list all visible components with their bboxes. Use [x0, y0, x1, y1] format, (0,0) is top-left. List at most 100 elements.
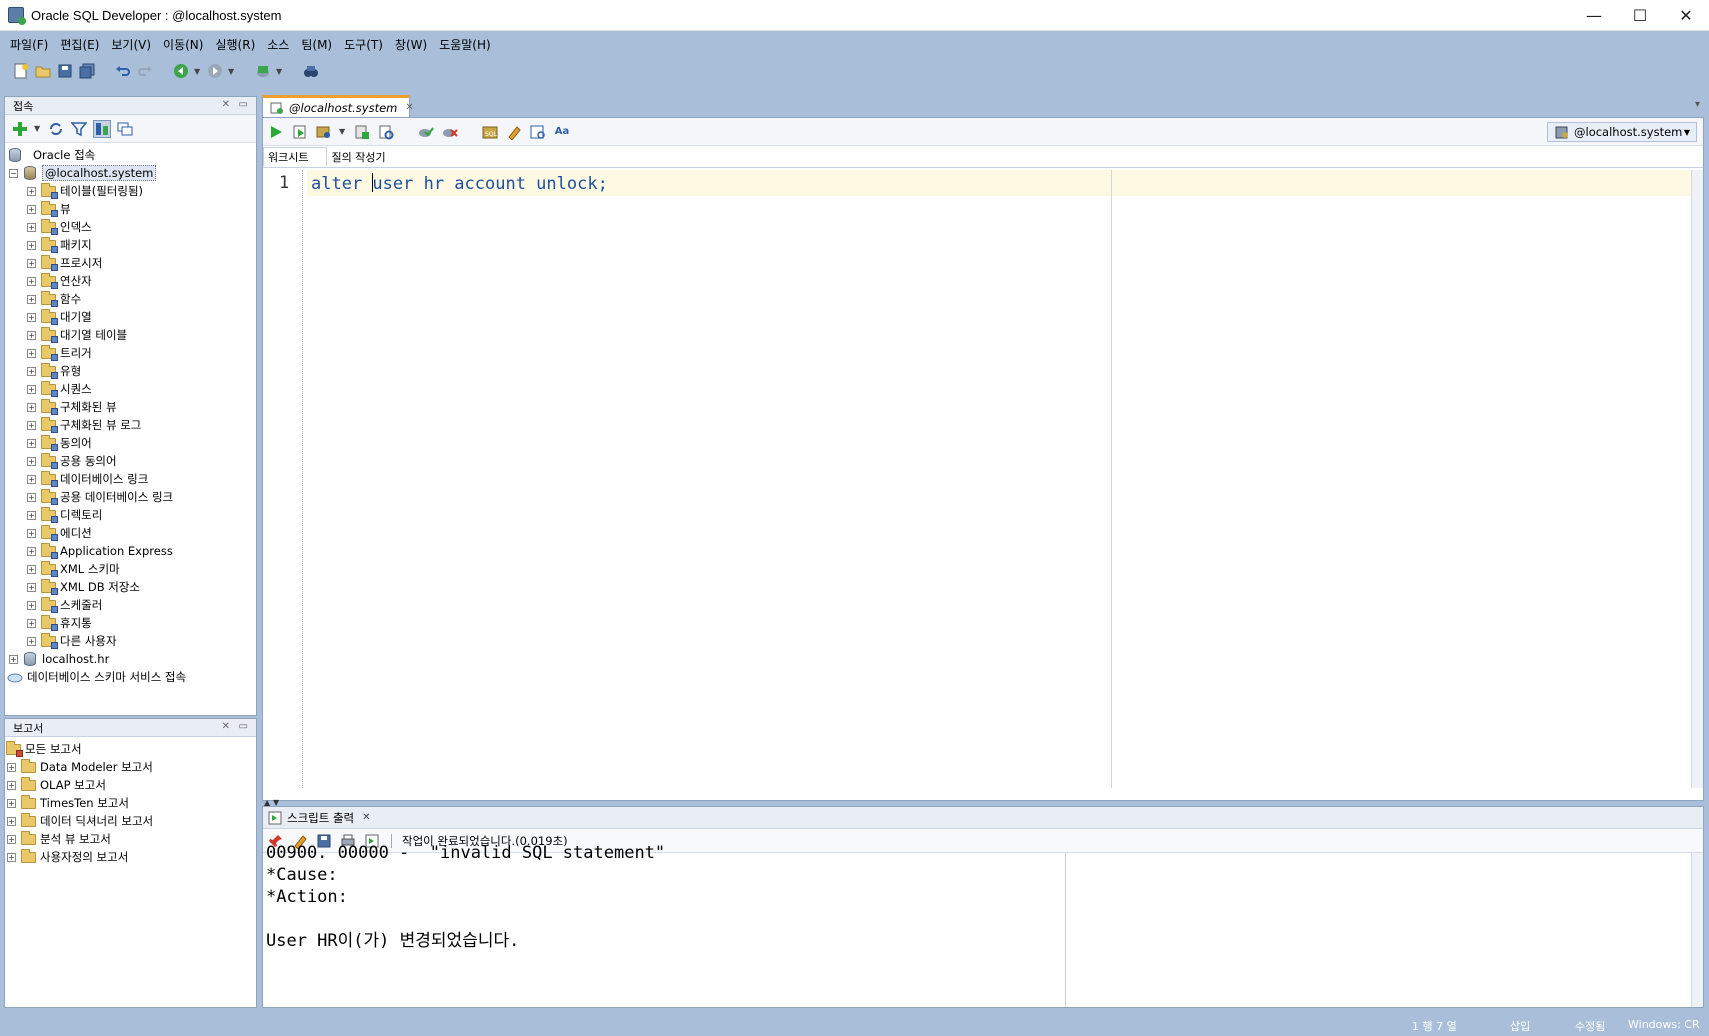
code-editor[interactable]: 1 alter user hr account unlock;	[263, 170, 1691, 788]
expand-expander-icon[interactable]: +	[27, 636, 36, 646]
editor-vertical-scrollbar[interactable]	[1691, 170, 1703, 788]
expand-expander-icon[interactable]: +	[7, 762, 16, 772]
tree-node-schema-service[interactable]: 데이터베이스 스키마 서비스 접속	[7, 668, 256, 686]
minimize-button[interactable]: —	[1571, 0, 1617, 31]
tree-node-object-folder[interactable]: + 휴지통	[7, 614, 256, 632]
output-tab-close-icon[interactable]: ✕	[362, 812, 370, 823]
tab-query-builder[interactable]: 질의 작성기	[327, 147, 403, 167]
connection-selector[interactable]: @localhost.system ▼	[1547, 122, 1697, 142]
tree-node-oracle-connections[interactable]: Oracle 접속	[7, 146, 256, 164]
sql-worksheet-dropdown-chevron-icon[interactable]: ▼	[276, 67, 284, 76]
autotrace-dropdown-chevron-icon[interactable]: ▼	[339, 127, 347, 136]
expand-expander-icon[interactable]: +	[27, 348, 36, 358]
sql-worksheet-icon[interactable]	[254, 62, 272, 80]
expand-expander-icon[interactable]: +	[9, 654, 18, 664]
commit-icon[interactable]	[417, 123, 435, 141]
autotrace-icon[interactable]	[315, 123, 333, 141]
tree-node-object-folder[interactable]: + 프로시저	[7, 254, 256, 272]
panel-minimize-icon[interactable]: ▭	[239, 721, 248, 732]
expand-expander-icon[interactable]: +	[27, 204, 36, 214]
sql-tuning-icon[interactable]	[377, 123, 395, 141]
expand-expander-icon[interactable]: +	[7, 780, 16, 790]
tree-node-object-folder[interactable]: + 구체화된 뷰 로그	[7, 416, 256, 434]
refresh-icon[interactable]	[47, 120, 65, 138]
menu-source[interactable]: 소스	[261, 36, 295, 53]
expand-expander-icon[interactable]: +	[27, 312, 36, 322]
expand-expander-icon[interactable]: +	[27, 600, 36, 610]
tree-node-object-folder[interactable]: + 인덱스	[7, 218, 256, 236]
clear-eraser-icon[interactable]	[505, 123, 523, 141]
menu-window[interactable]: 창(W)	[389, 36, 433, 53]
expand-expander-icon[interactable]: +	[27, 402, 36, 412]
expand-expander-icon[interactable]: +	[7, 852, 16, 862]
explain-plan-icon[interactable]	[353, 123, 371, 141]
menu-edit[interactable]: 편집(E)	[54, 36, 105, 53]
tree-node-object-folder[interactable]: + 트리거	[7, 344, 256, 362]
new-file-icon[interactable]	[12, 62, 30, 80]
tree-node-object-folder[interactable]: + 데이터베이스 링크	[7, 470, 256, 488]
tree-node-object-folder[interactable]: + 뷰	[7, 200, 256, 218]
back-icon[interactable]	[172, 62, 190, 80]
tab-worksheet[interactable]: 워크시트	[263, 147, 328, 167]
panel-close-icon[interactable]: ✕	[222, 99, 230, 110]
expand-expander-icon[interactable]: +	[27, 474, 36, 484]
expand-expander-icon[interactable]: +	[27, 276, 36, 286]
binoculars-icon[interactable]	[302, 62, 320, 80]
expand-expander-icon[interactable]: +	[27, 618, 36, 628]
code-line[interactable]: alter user hr account unlock;	[311, 173, 608, 194]
menu-file[interactable]: 파일(F)	[4, 36, 54, 53]
expand-expander-icon[interactable]: +	[27, 546, 36, 556]
sql-history-icon[interactable]: SQL	[481, 123, 499, 141]
menu-view[interactable]: 보기(V)	[105, 36, 157, 53]
add-connection-icon[interactable]	[11, 120, 29, 138]
collapse-expander-icon[interactable]: −	[9, 168, 18, 178]
tree-node-object-folder[interactable]: + 시퀀스	[7, 380, 256, 398]
forward-icon[interactable]	[206, 62, 224, 80]
back-dropdown-chevron-icon[interactable]: ▼	[194, 67, 202, 76]
open-folder-icon[interactable]	[34, 62, 52, 80]
expand-expander-icon[interactable]: +	[27, 258, 36, 268]
expand-expander-icon[interactable]: +	[7, 798, 16, 808]
redo-icon[interactable]	[136, 62, 154, 80]
menu-team[interactable]: 팀(M)	[295, 36, 338, 53]
expand-expander-icon[interactable]: +	[27, 186, 36, 196]
tree-node-object-folder[interactable]: + 유형	[7, 362, 256, 380]
expand-expander-icon[interactable]: +	[27, 366, 36, 376]
filter-icon[interactable]	[70, 120, 88, 138]
tree-node-object-folder[interactable]: + 공용 동의어	[7, 452, 256, 470]
format-case-icon[interactable]: Aa	[553, 123, 571, 141]
expand-expander-icon[interactable]: +	[27, 420, 36, 430]
tree-node-object-folder[interactable]: + Application Express	[7, 542, 256, 560]
tree-node-report-folder[interactable]: + 데이터 딕셔너리 보고서	[5, 812, 256, 830]
expand-expander-icon[interactable]: +	[27, 564, 36, 574]
tree-node-localhost-system[interactable]: − @localhost.system	[7, 164, 256, 182]
expand-expander-icon[interactable]: +	[27, 294, 36, 304]
tree-node-report-folder[interactable]: + TimesTen 보고서	[5, 794, 256, 812]
tree-node-object-folder[interactable]: + 스케줄러	[7, 596, 256, 614]
tree-node-object-folder[interactable]: + 패키지	[7, 236, 256, 254]
query-builder-icon[interactable]	[529, 123, 547, 141]
tab-localhost-system[interactable]: @localhost.system ✕	[262, 95, 414, 117]
tab-close-icon[interactable]: ✕	[405, 102, 413, 113]
forward-dropdown-chevron-icon[interactable]: ▼	[228, 67, 236, 76]
expand-expander-icon[interactable]: +	[27, 240, 36, 250]
tree-node-object-folder[interactable]: + 디렉토리	[7, 506, 256, 524]
menu-tools[interactable]: 도구(T)	[338, 36, 389, 53]
rollback-icon[interactable]	[441, 123, 459, 141]
tree-node-report-folder[interactable]: + 사용자정의 보고서	[5, 848, 256, 866]
schema-browser-icon[interactable]	[93, 119, 111, 138]
tab-list-chevron-icon[interactable]: ▾	[1695, 99, 1700, 110]
tree-node-report-folder[interactable]: + OLAP 보고서	[5, 776, 256, 794]
tree-node-object-folder[interactable]: + XML 스키마	[7, 560, 256, 578]
menu-navigate[interactable]: 이동(N)	[157, 36, 209, 53]
output-vertical-scrollbar[interactable]	[1691, 853, 1703, 1007]
tree-node-object-folder[interactable]: + 에디션	[7, 524, 256, 542]
close-button[interactable]: ✕	[1663, 0, 1709, 31]
tree-node-report-folder[interactable]: + Data Modeler 보고서	[5, 758, 256, 776]
menu-run[interactable]: 실행(R)	[209, 36, 261, 53]
menu-help[interactable]: 도움말(H)	[433, 36, 497, 53]
tree-node-object-folder[interactable]: + 연산자	[7, 272, 256, 290]
tree-node-object-folder[interactable]: + 구체화된 뷰	[7, 398, 256, 416]
expand-expander-icon[interactable]: +	[27, 528, 36, 538]
expand-expander-icon[interactable]: +	[27, 582, 36, 592]
